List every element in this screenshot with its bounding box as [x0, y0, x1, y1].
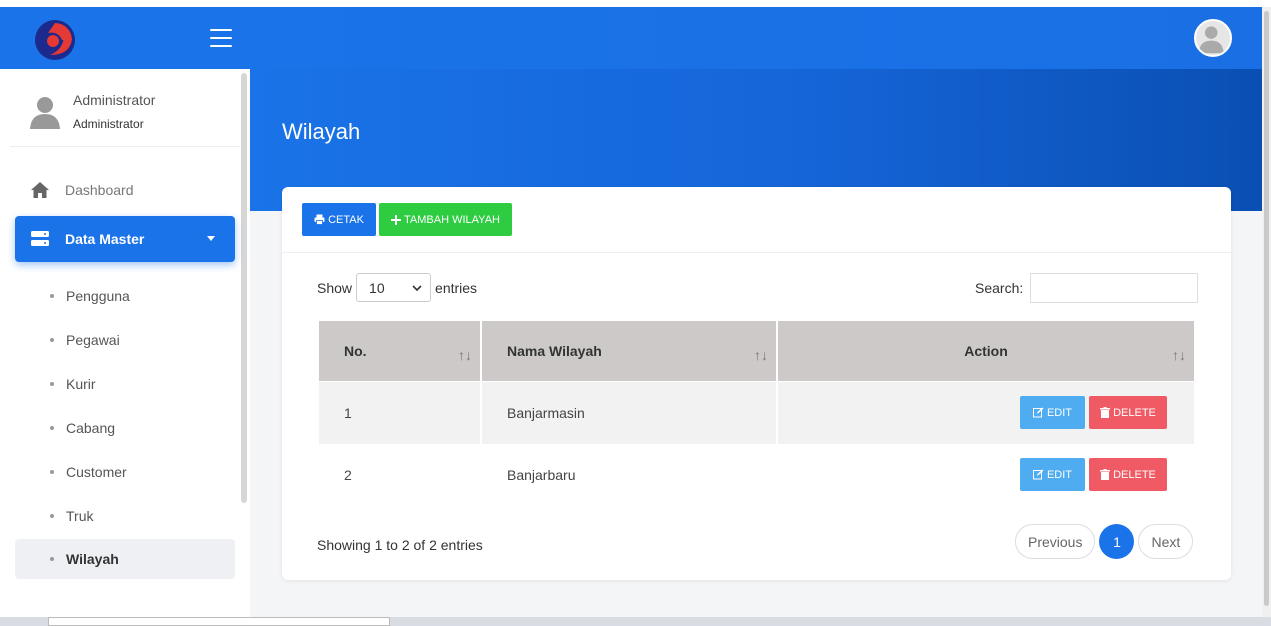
- edit-label: EDIT: [1046, 406, 1073, 419]
- hamburger-icon[interactable]: [210, 29, 232, 47]
- cell-nama: Banjarmasin: [507, 405, 585, 421]
- table-header: No. ↑↓ Nama Wilayah ↑↓ Action ↑↓: [319, 321, 1194, 381]
- entries-value: 10: [369, 279, 385, 296]
- plus-icon: [391, 214, 402, 225]
- sort-icon: ↑↓: [754, 347, 768, 363]
- sidebar: Administrator Administrator Dashboard Da…: [0, 69, 250, 617]
- search-label: Search:: [975, 280, 1024, 296]
- search-control: Search:: [975, 273, 1199, 303]
- show-label: Show: [317, 279, 353, 296]
- sidebar-item-label: Cabang: [66, 420, 116, 436]
- sidebar-item-label: Wilayah: [66, 551, 119, 567]
- sidebar-item-label: Dashboard: [65, 182, 134, 198]
- server-icon: [27, 230, 53, 248]
- cell-no: 2: [344, 467, 352, 483]
- sidebar-item-label: Truk: [66, 508, 94, 524]
- sort-icon: ↑↓: [1172, 347, 1186, 363]
- sidebar-item-label: Kurir: [66, 376, 96, 392]
- next-button[interactable]: Next: [1138, 524, 1194, 559]
- edit-icon: [1032, 407, 1044, 418]
- card-toolbar: CETAK TAMBAH WILAYAH: [282, 187, 1231, 253]
- column-header-nama-wilayah[interactable]: Nama Wilayah ↑↓: [482, 321, 776, 381]
- edit-button[interactable]: EDIT: [1020, 396, 1085, 429]
- print-icon: [314, 214, 325, 225]
- sidebar-item-dashboard[interactable]: Dashboard: [15, 168, 235, 212]
- delete-label: DELETE: [1113, 468, 1156, 481]
- page-title: Wilayah: [282, 119, 361, 144]
- window-top-strip: [0, 0, 1271, 7]
- sidebar-item-label: Pengguna: [66, 288, 130, 304]
- tambah-label: TAMBAH WILAYAH: [404, 213, 500, 226]
- sidebar-scrollbar[interactable]: [241, 73, 247, 503]
- column-label: Action: [964, 343, 1008, 359]
- sidebar-item-cabang[interactable]: Cabang: [15, 408, 235, 448]
- sidebar-item-data-master[interactable]: Data Master: [15, 216, 235, 262]
- edit-icon: [1032, 469, 1044, 480]
- trash-icon: [1100, 407, 1111, 418]
- sidebar-item-wilayah[interactable]: Wilayah: [15, 539, 235, 579]
- entries-select[interactable]: 10: [356, 273, 432, 302]
- cell-no: 1: [344, 405, 352, 421]
- column-header-no[interactable]: No. ↑↓: [319, 321, 480, 381]
- sidebar-item-kurir[interactable]: Kurir: [15, 364, 235, 404]
- taskbar-search[interactable]: [48, 617, 390, 626]
- table-row: 1 Banjarmasin EDIT DELETE: [319, 382, 1194, 444]
- trash-icon: [1100, 469, 1111, 480]
- sidebar-item-truk[interactable]: Truk: [15, 496, 235, 536]
- column-label: No.: [344, 343, 367, 359]
- sidebar-item-label: Customer: [66, 464, 127, 480]
- delete-button[interactable]: DELETE: [1089, 396, 1167, 429]
- sidebar-user: Administrator Administrator: [10, 69, 240, 147]
- user-name: Administrator: [73, 92, 156, 108]
- home-icon: [27, 181, 53, 199]
- previous-button[interactable]: Previous: [1015, 524, 1096, 559]
- top-navbar: [250, 7, 1262, 69]
- entries-label: entries: [435, 279, 478, 296]
- entries-control: Show 10 entries: [317, 273, 477, 302]
- content-card: CETAK TAMBAH WILAYAH Show 10 entries Sea…: [282, 187, 1231, 580]
- cetak-label: CETAK: [328, 213, 364, 226]
- sidebar-item-pegawai[interactable]: Pegawai: [15, 320, 235, 360]
- delete-button[interactable]: DELETE: [1089, 458, 1167, 491]
- cetak-button[interactable]: CETAK: [302, 203, 376, 236]
- column-label: Nama Wilayah: [507, 343, 602, 359]
- sidebar-item-label: Data Master: [65, 231, 145, 247]
- sort-icon: ↑↓: [458, 347, 472, 363]
- delete-label: DELETE: [1113, 406, 1156, 419]
- user-role: Administrator: [73, 117, 144, 131]
- pagination: Previous 1 Next: [1015, 524, 1194, 559]
- edit-button[interactable]: EDIT: [1020, 458, 1085, 491]
- sidebar-item-pengguna[interactable]: Pengguna: [15, 276, 235, 316]
- brand-bar: [0, 7, 250, 69]
- caret-down-icon: [207, 236, 215, 241]
- page-scrollbar[interactable]: [1262, 7, 1271, 617]
- app-logo[interactable]: [34, 19, 76, 61]
- user-icon: [30, 97, 60, 129]
- page-1-button[interactable]: 1: [1099, 524, 1135, 559]
- tambah-wilayah-button[interactable]: TAMBAH WILAYAH: [379, 203, 512, 236]
- sidebar-item-customer[interactable]: Customer: [15, 452, 235, 492]
- sidebar-item-label: Pegawai: [66, 332, 120, 348]
- cell-nama: Banjarbaru: [507, 467, 576, 483]
- search-input[interactable]: [1030, 273, 1199, 303]
- table-row: 2 Banjarbaru EDIT DELETE: [319, 444, 1194, 506]
- edit-label: EDIT: [1046, 468, 1073, 481]
- table-info: Showing 1 to 2 of 2 entries: [317, 537, 483, 553]
- user-avatar-icon[interactable]: [1194, 19, 1232, 57]
- chevron-down-icon: [412, 284, 422, 291]
- column-header-action[interactable]: Action ↑↓: [778, 321, 1194, 381]
- os-taskbar: [0, 617, 1271, 626]
